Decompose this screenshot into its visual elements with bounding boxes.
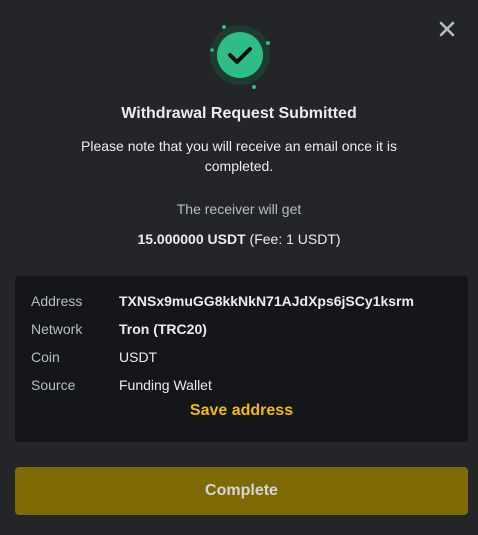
close-icon[interactable] bbox=[435, 17, 459, 41]
email-note: Please note that you will receive an ema… bbox=[81, 138, 397, 174]
address-value: TXNSx9muGG8kkNkN71AJdXps6jSCy1ksrm bbox=[119, 293, 414, 309]
source-value: Funding Wallet bbox=[119, 377, 212, 393]
dialog-title: Withdrawal Request Submitted bbox=[121, 105, 357, 122]
check-circle-icon bbox=[203, 19, 275, 91]
network-value: Tron (TRC20) bbox=[119, 321, 207, 337]
detail-label: Network bbox=[31, 321, 83, 337]
details-panel: Address TXNSx9muGG8kkNkN71AJdXps6jSCy1ks… bbox=[15, 276, 468, 442]
coin-value: USDT bbox=[119, 349, 158, 365]
save-address-link[interactable]: Save address bbox=[15, 402, 468, 420]
detail-label: Source bbox=[31, 377, 76, 393]
close-button[interactable] bbox=[435, 17, 459, 41]
amount-line: 15.000000 USDT (Fee: 1 USDT) bbox=[0, 231, 478, 247]
complete-button[interactable]: Complete bbox=[15, 467, 468, 515]
receiver-label: The receiver will get bbox=[176, 201, 302, 217]
detail-label: Address bbox=[31, 293, 83, 309]
withdrawal-success-dialog: Withdrawal Request Submitted Please note… bbox=[0, 0, 478, 535]
amount-value: 15.000000 USDT bbox=[137, 231, 246, 247]
detail-label: Coin bbox=[31, 349, 60, 365]
fee-text: (Fee: 1 USDT) bbox=[249, 231, 341, 247]
